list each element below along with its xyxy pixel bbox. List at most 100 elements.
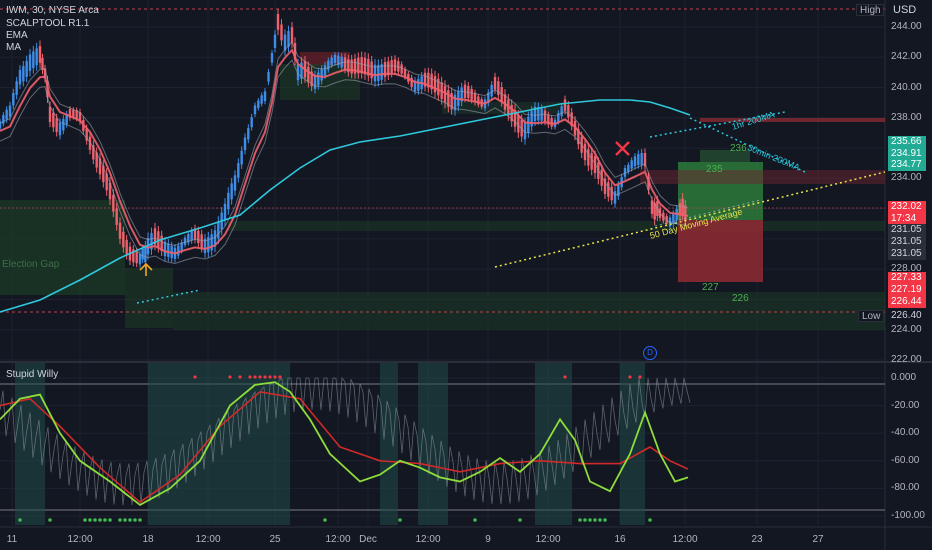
candle-body xyxy=(28,54,32,71)
time-axis-label: 27 xyxy=(812,534,824,545)
candle-body xyxy=(270,53,274,63)
symbol-title[interactable]: IWM, 30, NYSE Arca xyxy=(6,5,99,16)
price-axis-label: 222.00 xyxy=(891,354,922,365)
price-tag-green: 235.66 xyxy=(888,136,926,148)
time-axis-label: 12:00 xyxy=(415,534,441,545)
osc-signal-dot xyxy=(253,375,257,379)
oscillator-axis-label: -100.00 xyxy=(891,510,925,521)
candle-body xyxy=(343,57,347,70)
osc-shaded-region xyxy=(418,363,448,525)
osc-shaded-region xyxy=(380,363,398,525)
candle-body xyxy=(112,194,115,212)
candle-body xyxy=(167,243,170,257)
osc-signal-dot xyxy=(588,518,592,522)
osc-signal-dot xyxy=(268,375,272,379)
osc-signal-dot xyxy=(258,375,262,379)
osc-signal-dot xyxy=(98,518,102,522)
osc-signal-dot xyxy=(88,518,92,522)
candle-body xyxy=(52,112,55,128)
osc-signal-dot xyxy=(398,518,402,522)
candle-body xyxy=(587,148,590,166)
candle-body xyxy=(240,150,243,165)
candle-body xyxy=(257,100,260,108)
candle-body xyxy=(125,239,128,255)
time-axis-label: 16 xyxy=(614,534,626,545)
indicator-ma[interactable]: MA xyxy=(6,42,21,53)
time-axis-label: 23 xyxy=(751,534,763,545)
candle-body xyxy=(433,76,437,93)
osc-signal-dot xyxy=(578,518,582,522)
osc-signal-dot xyxy=(473,518,477,522)
currency-label[interactable]: USD xyxy=(893,4,916,16)
candle-body xyxy=(38,46,42,63)
osc-signal-dot xyxy=(273,375,277,379)
price-axis-label: 240.00 xyxy=(891,81,922,93)
candle-body xyxy=(41,57,44,71)
candle-body xyxy=(237,163,240,178)
candle-body xyxy=(610,186,613,201)
osc-signal-dot xyxy=(228,375,232,379)
level-235-label: 235 xyxy=(706,164,723,175)
candle-body xyxy=(22,66,25,82)
candle-body xyxy=(5,109,8,120)
osc-signal-dot xyxy=(263,375,267,379)
chart-canvas[interactable] xyxy=(0,0,932,550)
osc-signal-dot xyxy=(628,375,632,379)
candle-body xyxy=(590,152,593,170)
osc-signal-dot xyxy=(238,375,242,379)
osc-signal-dot xyxy=(648,518,652,522)
candle-body xyxy=(417,79,420,91)
osc-signal-dot xyxy=(123,518,127,522)
election-gap-label: Election Gap xyxy=(2,259,60,270)
candle-body xyxy=(607,182,610,197)
oscillator-axis-label: 0.000 xyxy=(891,372,917,383)
price-tag-red: 227.33 xyxy=(888,272,926,284)
candle-body xyxy=(135,251,138,264)
indicator-scalptool[interactable]: SCALPTOOL R1.1 xyxy=(6,18,89,29)
price-tag-dark: 231.05 xyxy=(888,236,926,248)
time-axis-label: 9 xyxy=(485,534,491,545)
candle-body xyxy=(230,183,233,200)
candle-body xyxy=(530,111,533,127)
oscillator-axis-label: -20.00 xyxy=(891,399,920,411)
price-tag-red: 227.19 xyxy=(888,284,926,296)
candle-body xyxy=(62,118,65,131)
indicator-ema[interactable]: EMA xyxy=(6,30,28,41)
osc-signal-dot xyxy=(518,518,522,522)
candle-body xyxy=(613,191,617,204)
osc-shaded-region xyxy=(620,363,645,525)
candle-body xyxy=(197,230,200,244)
price-tag-high: High xyxy=(856,4,884,16)
price-tag-dark: 231.05 xyxy=(888,224,926,236)
candle-body xyxy=(280,24,283,41)
candle-body xyxy=(490,84,493,97)
candle-body xyxy=(247,128,250,140)
candle-body xyxy=(633,156,637,167)
candle-body xyxy=(55,118,58,132)
candle-body xyxy=(583,143,587,161)
candle-body xyxy=(25,60,28,77)
time-axis-label: 18 xyxy=(142,534,154,545)
candle-body xyxy=(217,221,220,239)
time-axis-label: 25 xyxy=(269,534,281,545)
oscillator-title[interactable]: Stupid Willy xyxy=(6,369,58,380)
candle-body xyxy=(640,152,643,166)
price-axis-label: 224.00 xyxy=(891,323,922,335)
candle-body xyxy=(393,59,397,72)
dividend-marker-icon[interactable]: D xyxy=(643,346,657,360)
candle-body xyxy=(563,99,567,111)
time-axis-label: 12:00 xyxy=(67,534,93,545)
candle-body xyxy=(672,213,675,225)
price-axis-label: 234.00 xyxy=(891,172,922,184)
oscillator-axis-label: -60.00 xyxy=(891,454,920,466)
candle-body xyxy=(12,92,15,106)
candle-body xyxy=(377,64,380,82)
osc-signal-dot xyxy=(133,518,137,522)
oscillator-axis-label: -80.00 xyxy=(891,482,920,494)
osc-raw-line xyxy=(0,376,691,506)
osc-signal-dot xyxy=(603,518,607,522)
osc-signal-dot xyxy=(638,375,642,379)
level-226-label: 226 xyxy=(732,293,749,304)
candle-body xyxy=(8,105,12,117)
candle-body xyxy=(273,34,277,48)
